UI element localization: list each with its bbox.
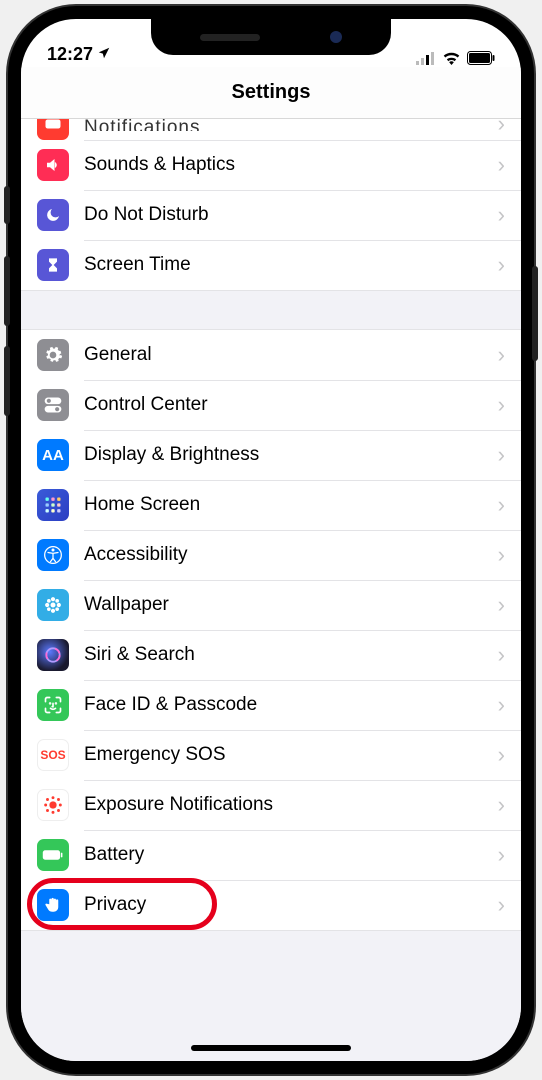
location-icon bbox=[97, 44, 111, 65]
battery-icon bbox=[37, 839, 69, 871]
chevron-right-icon: › bbox=[498, 442, 521, 468]
settings-group-2: General › Control Center › AA Display & … bbox=[21, 329, 521, 931]
nav-bar: Settings bbox=[21, 67, 521, 119]
text-size-icon: AA bbox=[37, 439, 69, 471]
exposure-icon bbox=[37, 789, 69, 821]
row-label: Do Not Disturb bbox=[84, 204, 498, 226]
chevron-right-icon: › bbox=[498, 152, 521, 178]
cellular-icon bbox=[416, 52, 436, 65]
row-exposure[interactable]: Exposure Notifications › bbox=[21, 780, 521, 830]
chevron-right-icon: › bbox=[498, 692, 521, 718]
flower-icon bbox=[37, 589, 69, 621]
volume-up bbox=[4, 256, 10, 326]
silent-switch bbox=[4, 186, 10, 224]
row-control[interactable]: Control Center › bbox=[21, 380, 521, 430]
row-label: Privacy bbox=[84, 894, 498, 916]
row-label: Home Screen bbox=[84, 494, 498, 516]
siri-icon bbox=[37, 639, 69, 671]
chevron-right-icon: › bbox=[201, 119, 522, 137]
moon-icon bbox=[37, 199, 69, 231]
chevron-right-icon: › bbox=[498, 392, 521, 418]
chevron-right-icon: › bbox=[498, 892, 521, 918]
page-title: Settings bbox=[232, 81, 311, 104]
volume-down bbox=[4, 346, 10, 416]
gear-icon bbox=[37, 339, 69, 371]
settings-list[interactable]: Notifications › Sounds & Haptics › Do No… bbox=[21, 119, 521, 1061]
phone-frame: 12:27 Settings bbox=[8, 6, 534, 1074]
row-dnd[interactable]: Do Not Disturb › bbox=[21, 190, 521, 240]
status-time: 12:27 bbox=[47, 44, 93, 65]
chevron-right-icon: › bbox=[498, 252, 521, 278]
row-faceid[interactable]: Face ID & Passcode › bbox=[21, 680, 521, 730]
row-screentime[interactable]: Screen Time › bbox=[21, 240, 521, 290]
notifications-icon bbox=[37, 119, 69, 140]
chevron-right-icon: › bbox=[498, 642, 521, 668]
settings-group-1: Notifications › Sounds & Haptics › Do No… bbox=[21, 119, 521, 291]
row-label: Screen Time bbox=[84, 254, 498, 276]
row-label: Display & Brightness bbox=[84, 444, 498, 466]
row-label: Wallpaper bbox=[84, 594, 498, 616]
toggles-icon bbox=[37, 389, 69, 421]
row-general[interactable]: General › bbox=[21, 330, 521, 380]
row-label: Exposure Notifications bbox=[84, 794, 498, 816]
row-label: Accessibility bbox=[84, 544, 498, 566]
wifi-icon bbox=[442, 51, 461, 65]
chevron-right-icon: › bbox=[498, 492, 521, 518]
accessibility-icon bbox=[37, 539, 69, 571]
notch bbox=[151, 19, 391, 55]
screen: 12:27 Settings bbox=[21, 19, 521, 1061]
grid-icon bbox=[37, 489, 69, 521]
chevron-right-icon: › bbox=[498, 342, 521, 368]
row-notifications[interactable]: Notifications › bbox=[21, 119, 521, 140]
chevron-right-icon: › bbox=[498, 542, 521, 568]
sounds-icon bbox=[37, 149, 69, 181]
chevron-right-icon: › bbox=[498, 842, 521, 868]
row-label: Sounds & Haptics bbox=[84, 154, 498, 176]
row-sounds[interactable]: Sounds & Haptics › bbox=[21, 140, 521, 190]
chevron-right-icon: › bbox=[498, 592, 521, 618]
sos-icon: SOS bbox=[37, 739, 69, 771]
row-label: Siri & Search bbox=[84, 644, 498, 666]
hourglass-icon bbox=[37, 249, 69, 281]
row-label: Battery bbox=[84, 844, 498, 866]
row-privacy[interactable]: Privacy › bbox=[21, 880, 521, 930]
home-indicator[interactable] bbox=[191, 1045, 351, 1051]
row-sos[interactable]: SOS Emergency SOS › bbox=[21, 730, 521, 780]
battery-icon bbox=[467, 51, 495, 65]
row-battery[interactable]: Battery › bbox=[21, 830, 521, 880]
row-display[interactable]: AA Display & Brightness › bbox=[21, 430, 521, 480]
power-button bbox=[532, 266, 538, 361]
row-home[interactable]: Home Screen › bbox=[21, 480, 521, 530]
row-label: Emergency SOS bbox=[84, 744, 498, 766]
hand-icon bbox=[37, 889, 69, 921]
chevron-right-icon: › bbox=[498, 792, 521, 818]
group-separator bbox=[21, 291, 521, 329]
row-label: General bbox=[84, 344, 498, 366]
row-label: Face ID & Passcode bbox=[84, 694, 498, 716]
row-wallpaper[interactable]: Wallpaper › bbox=[21, 580, 521, 630]
chevron-right-icon: › bbox=[498, 742, 521, 768]
faceid-icon bbox=[37, 689, 69, 721]
row-siri[interactable]: Siri & Search › bbox=[21, 630, 521, 680]
row-accessibility[interactable]: Accessibility › bbox=[21, 530, 521, 580]
row-label: Control Center bbox=[84, 394, 498, 416]
chevron-right-icon: › bbox=[498, 202, 521, 228]
